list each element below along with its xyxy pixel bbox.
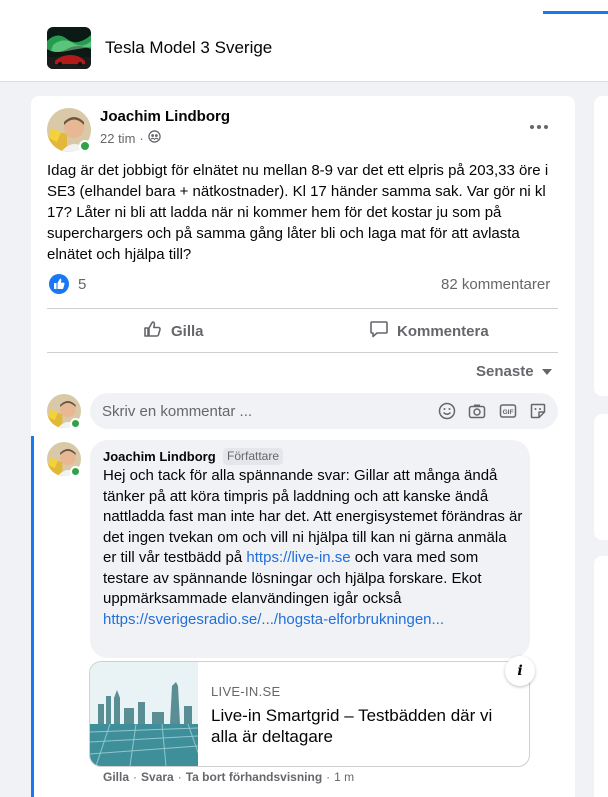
svg-text:GIF: GIF <box>503 409 514 416</box>
comment-input[interactable] <box>102 393 422 429</box>
comment-time[interactable]: 1 m <box>334 770 354 784</box>
right-card-edge <box>594 556 608 797</box>
active-tab-indicator <box>543 11 608 14</box>
comment-like-link[interactable]: Gilla <box>103 770 129 784</box>
post-time[interactable]: 22 tim <box>100 131 135 146</box>
post-meta: 22 tim · <box>100 130 161 146</box>
sort-label: Senaste <box>476 363 534 380</box>
post-author-name[interactable]: Joachim Lindborg <box>100 108 230 125</box>
author-badge: Författare <box>223 448 284 465</box>
comment-text: Hej och tack för alla spännande svar: Gi… <box>103 466 523 630</box>
online-status-dot <box>79 140 91 152</box>
comment-author-name[interactable]: Joachim Lindborg <box>103 449 216 464</box>
comment-actions: Gilla · Svara · Ta bort förhandsvisning … <box>103 770 354 784</box>
gif-icon[interactable]: GIF <box>499 402 517 420</box>
sticker-icon[interactable] <box>529 402 547 420</box>
comment-bubble-icon <box>369 319 389 343</box>
comment-count[interactable]: 82 kommentarer <box>441 276 550 293</box>
actions-separator: · <box>326 770 331 784</box>
smiley-icon[interactable] <box>438 402 456 420</box>
comment-link[interactable]: https://sverigesradio.se/.../hogsta-elfo… <box>103 611 444 628</box>
like-button-label: Gilla <box>171 322 204 340</box>
link-preview-title[interactable]: Live-in Smartgrid – Testbädden där vi al… <box>211 705 521 747</box>
post-options-button[interactable] <box>527 118 551 136</box>
divider <box>47 352 558 353</box>
divider <box>47 308 558 309</box>
online-status-dot <box>70 466 81 477</box>
comment-sort-dropdown[interactable]: Senaste <box>476 363 552 380</box>
audience-group-icon <box>148 130 161 146</box>
caret-down-icon <box>541 368 552 375</box>
camera-icon[interactable] <box>468 402 486 420</box>
group-header-bar: Tesla Model 3 Sverige <box>0 0 608 82</box>
right-card-edge <box>594 414 608 540</box>
group-cover-thumbnail[interactable] <box>47 27 91 69</box>
remove-preview-link[interactable]: Ta bort förhandsvisning <box>186 770 322 784</box>
comment-composer[interactable]: GIF <box>90 393 558 429</box>
like-reaction-icon[interactable] <box>49 274 69 294</box>
group-name[interactable]: Tesla Model 3 Sverige <box>105 38 272 58</box>
online-status-dot <box>70 418 81 429</box>
like-button[interactable]: Gilla <box>143 313 204 349</box>
link-preview-domain: LIVE-IN.SE <box>211 684 281 699</box>
reaction-count[interactable]: 5 <box>78 276 86 293</box>
comment-button[interactable]: Kommentera <box>369 313 489 349</box>
comment-reply-link[interactable]: Svara <box>141 770 174 784</box>
right-card-edge <box>594 96 608 396</box>
actions-separator: · <box>177 770 182 784</box>
link-preview-image <box>90 662 201 766</box>
info-icon[interactable]: i <box>505 656 535 686</box>
comment-link[interactable]: https://live-in.se <box>246 549 350 566</box>
meta-separator: · <box>139 130 144 146</box>
actions-separator: · <box>133 770 138 784</box>
comment-button-label: Kommentera <box>397 322 489 340</box>
thumbs-up-icon <box>143 319 163 343</box>
post-text: Idag är det jobbigt för elnätet nu mella… <box>47 162 549 263</box>
comment-thread-highlight <box>31 436 34 797</box>
